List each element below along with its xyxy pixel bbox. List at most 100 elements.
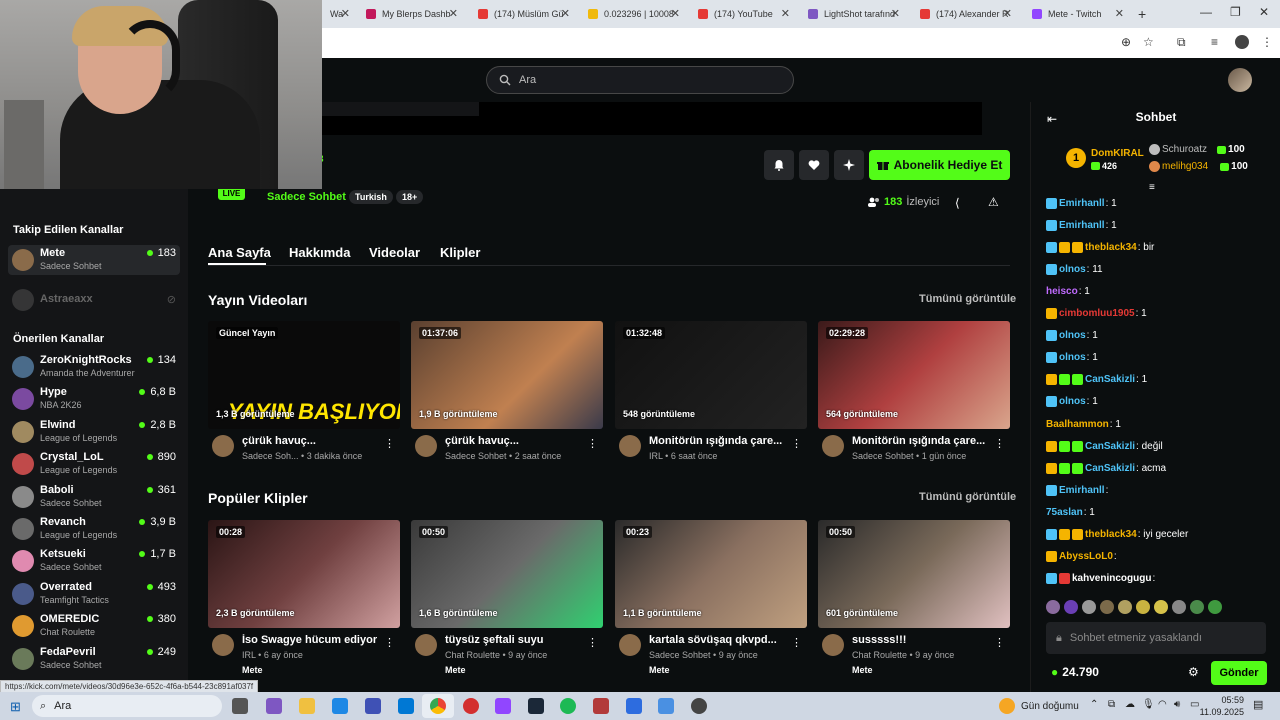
chat-username[interactable]: AbyssLoL0: [1059, 551, 1113, 562]
clip-card[interactable]: 00:28 2,3 B görüntüleme İso Swagye hücum e…: [208, 520, 400, 680]
clip-card[interactable]: 00:50 1,6 B görüntüleme tüysüz şeftali suy…: [411, 520, 603, 680]
user-avatar[interactable]: [1228, 68, 1252, 92]
video-card[interactable]: 01:32:48 548 görüntüleme Monitörün ışığınd…: [615, 321, 807, 481]
tray-app-icon[interactable]: ⧉: [1108, 699, 1115, 710]
browser-tab[interactable]: (174) Müslüm Gü ✕: [470, 4, 576, 24]
weather-text[interactable]: Gün doğumu: [1021, 701, 1079, 712]
close-window-icon[interactable]: ✕: [1259, 5, 1269, 19]
tag-language[interactable]: Turkish: [349, 190, 393, 204]
chat-input[interactable]: 🔒︎ Sohbet etmeniz yasaklandı: [1046, 622, 1266, 654]
close-icon[interactable]: ✕: [449, 7, 458, 20]
more-options-icon[interactable]: ⋮: [384, 437, 395, 450]
close-icon[interactable]: ✕: [781, 7, 790, 20]
thumbnail[interactable]: 02:29:28 564 görüntüleme: [818, 321, 1010, 429]
clips-see-all-link[interactable]: Tümünü görüntüle: [919, 491, 1016, 503]
outlook-icon[interactable]: [398, 698, 414, 714]
gifter-name[interactable]: Schuroatz: [1162, 144, 1207, 155]
close-icon[interactable]: ✕: [1115, 7, 1124, 20]
clock-date[interactable]: 11.09.2025: [1196, 707, 1244, 717]
chat-username[interactable]: olnos: [1059, 352, 1086, 363]
close-icon[interactable]: ✕: [1003, 7, 1012, 20]
new-tab-icon[interactable]: +: [1138, 6, 1146, 22]
chat-username[interactable]: olnos: [1059, 396, 1086, 407]
tab-videolar[interactable]: Videolar: [369, 245, 420, 260]
browser-tab[interactable]: Mete - Twitch ✕: [1024, 4, 1130, 24]
restore-icon[interactable]: ❐: [1230, 5, 1241, 19]
copilot-icon[interactable]: [266, 698, 282, 714]
card-title[interactable]: susssss!!!: [852, 634, 992, 646]
card-title[interactable]: Monitörün ışığında çare...: [649, 435, 789, 447]
more-options-icon[interactable]: ⋮: [791, 437, 802, 450]
thumbnail[interactable]: 00:50 601 görüntüleme: [818, 520, 1010, 628]
sidebar-item-hype[interactable]: Hype NBA 2K26 6,8 B: [8, 384, 180, 414]
thumbnail[interactable]: YAYIN BAŞLIYOR Güncel Yayın 1,3 B görüntül…: [208, 321, 400, 429]
close-icon[interactable]: ✕: [341, 7, 350, 20]
obs-icon[interactable]: [691, 698, 707, 714]
more-options-icon[interactable]: ⋮: [587, 437, 598, 450]
avatar[interactable]: [415, 435, 437, 457]
thumbnail[interactable]: 00:23 1,1 B görüntüleme: [615, 520, 807, 628]
browser-tab[interactable]: My Blerps Dashb ✕: [358, 4, 464, 24]
tab-klipler[interactable]: Klipler: [440, 245, 480, 260]
app-icon[interactable]: [593, 698, 609, 714]
discord-icon[interactable]: [495, 698, 511, 714]
minimize-icon[interactable]: —: [1200, 5, 1212, 19]
settings-icon[interactable]: ⚙: [1188, 665, 1199, 679]
clip-card[interactable]: 00:23 1,1 B görüntüleme kartala sövüşaq qk…: [615, 520, 807, 680]
thumbnail[interactable]: 00:50 1,6 B görüntüleme: [411, 520, 603, 628]
clip-card[interactable]: 00:50 601 görüntüleme susssss!!! Chat Roule…: [818, 520, 1010, 680]
top-gifter-name[interactable]: DomKIRAL: [1091, 148, 1144, 159]
avatar[interactable]: [212, 634, 234, 656]
video-card[interactable]: 02:29:28 564 görüntüleme Monitörün ışığınd…: [818, 321, 1010, 481]
store-icon[interactable]: [365, 698, 381, 714]
emote-icon[interactable]: [1154, 600, 1168, 614]
reading-list-icon[interactable]: ≡: [1211, 35, 1218, 49]
share-icon[interactable]: ⟨: [955, 196, 960, 210]
card-title[interactable]: çürük havuç...: [242, 435, 382, 447]
chat-username[interactable]: CanSakizli: [1085, 463, 1135, 474]
expand-gifters-icon[interactable]: ≡: [1149, 182, 1155, 193]
chat-username[interactable]: heisco: [1046, 286, 1078, 297]
thumbnail[interactable]: 01:37:06 1,9 B görüntüleme: [411, 321, 603, 429]
chat-username[interactable]: olnos: [1059, 330, 1086, 341]
tab-hakkımda[interactable]: Hakkımda: [289, 245, 350, 260]
card-title[interactable]: tüysüz şeftali suyu: [445, 634, 585, 646]
chat-username[interactable]: theblack34: [1085, 529, 1137, 540]
spotify-icon[interactable]: [560, 698, 576, 714]
thumbnail[interactable]: 00:28 2,3 B görüntüleme: [208, 520, 400, 628]
emote-icon[interactable]: [1100, 600, 1114, 614]
browser-tab-partial[interactable]: Wa ✕: [322, 4, 356, 24]
chat-username[interactable]: kahvenincogugu: [1072, 573, 1151, 584]
notification-button[interactable]: [764, 150, 794, 180]
report-icon[interactable]: ⚠: [988, 195, 999, 209]
taskbar-search[interactable]: ⌕ Ara: [32, 695, 222, 717]
browser-tab[interactable]: (174) YouTube ✕: [690, 4, 796, 24]
opera-icon[interactable]: [463, 698, 479, 714]
more-options-icon[interactable]: ⋮: [994, 636, 1005, 649]
emote-icon[interactable]: [1172, 600, 1186, 614]
profile-icon[interactable]: [1235, 35, 1249, 49]
chat-username[interactable]: Baalhammon: [1046, 419, 1109, 430]
sidebar-item-zeroknightrocks[interactable]: ZeroKnightRocks Amanda the Adventurer 134: [8, 352, 180, 382]
more-options-icon[interactable]: ⋮: [994, 437, 1005, 450]
chat-username[interactable]: Emirhanll: [1059, 220, 1105, 231]
sidebar-item-crystal_lol[interactable]: Crystal_LoL League of Legends 890: [8, 449, 180, 479]
chat-username[interactable]: CanSakizli: [1085, 374, 1135, 385]
thumbnail[interactable]: 01:32:48 548 görüntüleme: [615, 321, 807, 429]
browser-tab[interactable]: LightShot tarafınd ✕: [800, 4, 906, 24]
app-icon[interactable]: [626, 698, 642, 714]
chat-username[interactable]: 75aslan: [1046, 507, 1083, 518]
chat-username[interactable]: Emirhanll: [1059, 485, 1105, 496]
file-explorer-icon[interactable]: [299, 698, 315, 714]
video-card[interactable]: YAYIN BAŞLIYOR Güncel Yayın 1,3 B görüntül…: [208, 321, 400, 481]
send-button[interactable]: Gönder: [1211, 661, 1267, 685]
edge-icon[interactable]: [332, 698, 348, 714]
avatar[interactable]: [619, 435, 641, 457]
tag-mature[interactable]: 18+: [396, 190, 424, 204]
boost-button[interactable]: [834, 150, 864, 180]
more-options-icon[interactable]: ⋮: [587, 636, 598, 649]
clip-author[interactable]: Mete: [852, 665, 873, 675]
video-card[interactable]: 01:37:06 1,9 B görüntüleme çürük havuç... S…: [411, 321, 603, 481]
emote-icon[interactable]: [1064, 600, 1078, 614]
tray-chevron-icon[interactable]: ⌃: [1090, 699, 1098, 710]
